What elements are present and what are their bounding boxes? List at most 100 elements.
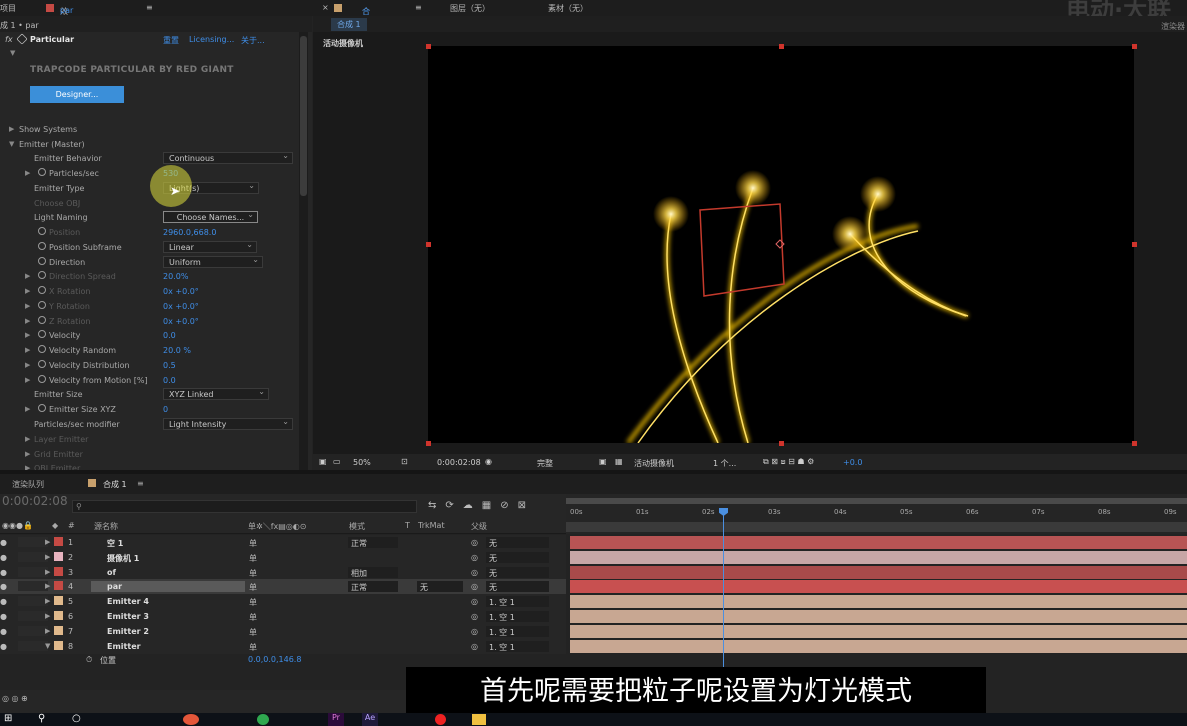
- visibility-eye-icon[interactable]: ●: [0, 597, 7, 606]
- browser-icon[interactable]: [183, 714, 199, 725]
- expand-closed-icon[interactable]: ▶: [25, 435, 30, 443]
- parent-select[interactable]: 无: [486, 551, 549, 563]
- effect-property-row[interactable]: ▶ Velocity from Motion [%] 0.0: [0, 374, 300, 388]
- effect-property-row[interactable]: Emitter Size XYZ Linked: [0, 387, 300, 402]
- record-icon[interactable]: [435, 714, 446, 725]
- premiere-icon[interactable]: Pr: [328, 713, 344, 726]
- label-color-swatch[interactable]: [54, 551, 63, 561]
- layer-row[interactable]: ● ▶ 5 Emitter 4 单 ◎ 1. 空 1: [0, 594, 566, 610]
- toggle-views-icon[interactable]: ⧉ ⊠ ⧈ ⊟ ☗ ⚙: [763, 457, 814, 467]
- stopwatch-icon[interactable]: [38, 375, 46, 383]
- time-ruler[interactable]: 00s 01s 02s 03s 04s 05s 06s 07s 08s 09s: [566, 494, 1187, 534]
- timeline-timecode[interactable]: 0:00:02:08: [2, 494, 68, 508]
- effect-property-row[interactable]: Light Naming Choose Names...: [0, 210, 300, 225]
- layer-handle[interactable]: [426, 44, 431, 49]
- layer-row[interactable]: ● ▶ 2 摄像机 1 单 ◎ 无: [0, 549, 566, 565]
- pickwhip-icon[interactable]: ◎: [471, 582, 478, 591]
- pickwhip-icon[interactable]: ◎: [471, 642, 478, 651]
- zoom-select[interactable]: 50%: [353, 458, 371, 467]
- region-icon[interactable]: ▣: [599, 457, 607, 466]
- label-color-swatch[interactable]: [54, 625, 63, 635]
- fit-icon[interactable]: ⊡: [401, 457, 408, 466]
- close-icon[interactable]: ×: [322, 3, 329, 12]
- effect-property-row[interactable]: ▶ Y Rotation 0x +0.0°: [0, 300, 300, 314]
- effect-property-row[interactable]: Position Subframe Linear: [0, 240, 300, 255]
- app-icon[interactable]: [257, 714, 269, 725]
- parent-select[interactable]: 1. 空 1: [486, 611, 549, 622]
- parent-select[interactable]: 无: [486, 581, 549, 593]
- layer-tab[interactable]: 图层（无）: [450, 3, 490, 14]
- expand-closed-icon[interactable]: ▶: [25, 376, 30, 384]
- effect-property-row[interactable]: ▶ Layer Emitter: [0, 433, 300, 447]
- property-value[interactable]: 0x +0.0°: [163, 287, 199, 296]
- switch-cells[interactable]: [18, 640, 48, 651]
- layer-name[interactable]: 空 1: [107, 538, 123, 549]
- layer-duration-bar[interactable]: [570, 610, 1187, 623]
- parent-select[interactable]: 1. 空 1: [486, 640, 549, 652]
- layer-name[interactable]: Emitter 4: [107, 597, 149, 606]
- stopwatch-icon[interactable]: [38, 227, 46, 235]
- effect-property-row[interactable]: ▶ Velocity Random 20.0 %: [0, 344, 300, 358]
- layer-row[interactable]: ● ▶ 4 par 单 正常 无 ◎ 无: [0, 579, 566, 595]
- expand-closed-icon[interactable]: ▼: [45, 642, 50, 650]
- stopwatch-icon[interactable]: [38, 286, 46, 294]
- task-view-icon[interactable]: ○: [72, 713, 81, 724]
- blend-mode-select[interactable]: 正常: [348, 537, 398, 548]
- switch-cells[interactable]: [18, 566, 48, 577]
- property-value[interactable]: 0x +0.0°: [163, 317, 199, 326]
- label-color-swatch[interactable]: [54, 596, 63, 606]
- blend-mode-select[interactable]: 相加: [348, 566, 398, 578]
- layer-handle[interactable]: [1132, 242, 1137, 247]
- layer-handle[interactable]: [426, 242, 431, 247]
- parent-header[interactable]: 父级: [471, 521, 487, 532]
- scrollbar[interactable]: [299, 32, 308, 470]
- stopwatch-icon[interactable]: [38, 316, 46, 324]
- licensing-link[interactable]: Licensing...: [189, 35, 234, 44]
- layer-handle[interactable]: [779, 44, 784, 49]
- effect-property-row[interactable]: ▶ Velocity 0.0: [0, 329, 300, 343]
- expand-closed-icon[interactable]: ▶: [45, 597, 50, 605]
- timeline-comp-tab[interactable]: 合成 1: [103, 479, 127, 490]
- layer-name[interactable]: Emitter 2: [107, 627, 149, 636]
- footer-switch-icons[interactable]: ◎ ◎ ⊕: [2, 694, 28, 703]
- switch-cells[interactable]: [18, 611, 48, 621]
- switch-cells[interactable]: [18, 551, 48, 562]
- switch-cells[interactable]: [18, 625, 48, 636]
- fx-icon[interactable]: fx: [5, 35, 13, 44]
- expand-closed-icon[interactable]: ▶: [25, 169, 30, 177]
- layer-duration-bar[interactable]: [570, 565, 1187, 579]
- effect-property-row[interactable]: Direction Uniform: [0, 255, 300, 270]
- after-effects-icon[interactable]: Ae: [362, 713, 378, 726]
- stopwatch-icon[interactable]: [38, 330, 46, 338]
- expand-closed-icon[interactable]: ▶: [25, 346, 30, 354]
- layer-duration-bar[interactable]: [570, 624, 1187, 638]
- expand-open-icon[interactable]: ▼: [9, 140, 14, 148]
- stopwatch-icon[interactable]: [38, 271, 46, 279]
- visibility-eye-icon[interactable]: ●: [0, 642, 7, 651]
- position-value[interactable]: 0.0,0.0,146.8: [248, 655, 301, 664]
- switch-cells[interactable]: [18, 596, 48, 607]
- effect-property-row[interactable]: Emitter Behavior Continuous: [0, 151, 300, 166]
- expand-closed-icon[interactable]: ▶: [25, 405, 30, 413]
- effect-property-row[interactable]: ▶ OBJ Emitter: [0, 462, 300, 470]
- stopwatch-icon[interactable]: [38, 360, 46, 368]
- shy-switch-icon[interactable]: 单: [249, 538, 257, 549]
- stopwatch-icon[interactable]: [38, 345, 46, 353]
- switch-cells[interactable]: [18, 537, 48, 547]
- visibility-eye-icon[interactable]: ●: [0, 568, 7, 577]
- layer-duration-bar[interactable]: [570, 639, 1187, 653]
- effect-property-row[interactable]: ▼ Emitter (Master): [0, 138, 300, 152]
- exposure-value[interactable]: +0.0: [843, 458, 862, 467]
- effect-property-row[interactable]: Choose OBJ: [0, 197, 300, 211]
- effect-property-row[interactable]: Position 2960.0,668.0: [0, 226, 300, 240]
- layer-handle[interactable]: [779, 441, 784, 446]
- visibility-eye-icon[interactable]: ●: [0, 553, 7, 562]
- expand-closed-icon[interactable]: ▶: [45, 553, 50, 561]
- reset-link[interactable]: 重置: [163, 35, 179, 46]
- timecode-display[interactable]: 0:00:02:08: [437, 458, 481, 467]
- composition-viewer[interactable]: [428, 46, 1134, 445]
- render-queue-tab[interactable]: 渲染队列: [12, 479, 44, 490]
- effect-property-row[interactable]: ▶ Velocity Distribution 0.5: [0, 359, 300, 373]
- property-value[interactable]: 20.0%: [163, 272, 188, 281]
- panel-menu-icon[interactable]: ≡: [137, 479, 144, 488]
